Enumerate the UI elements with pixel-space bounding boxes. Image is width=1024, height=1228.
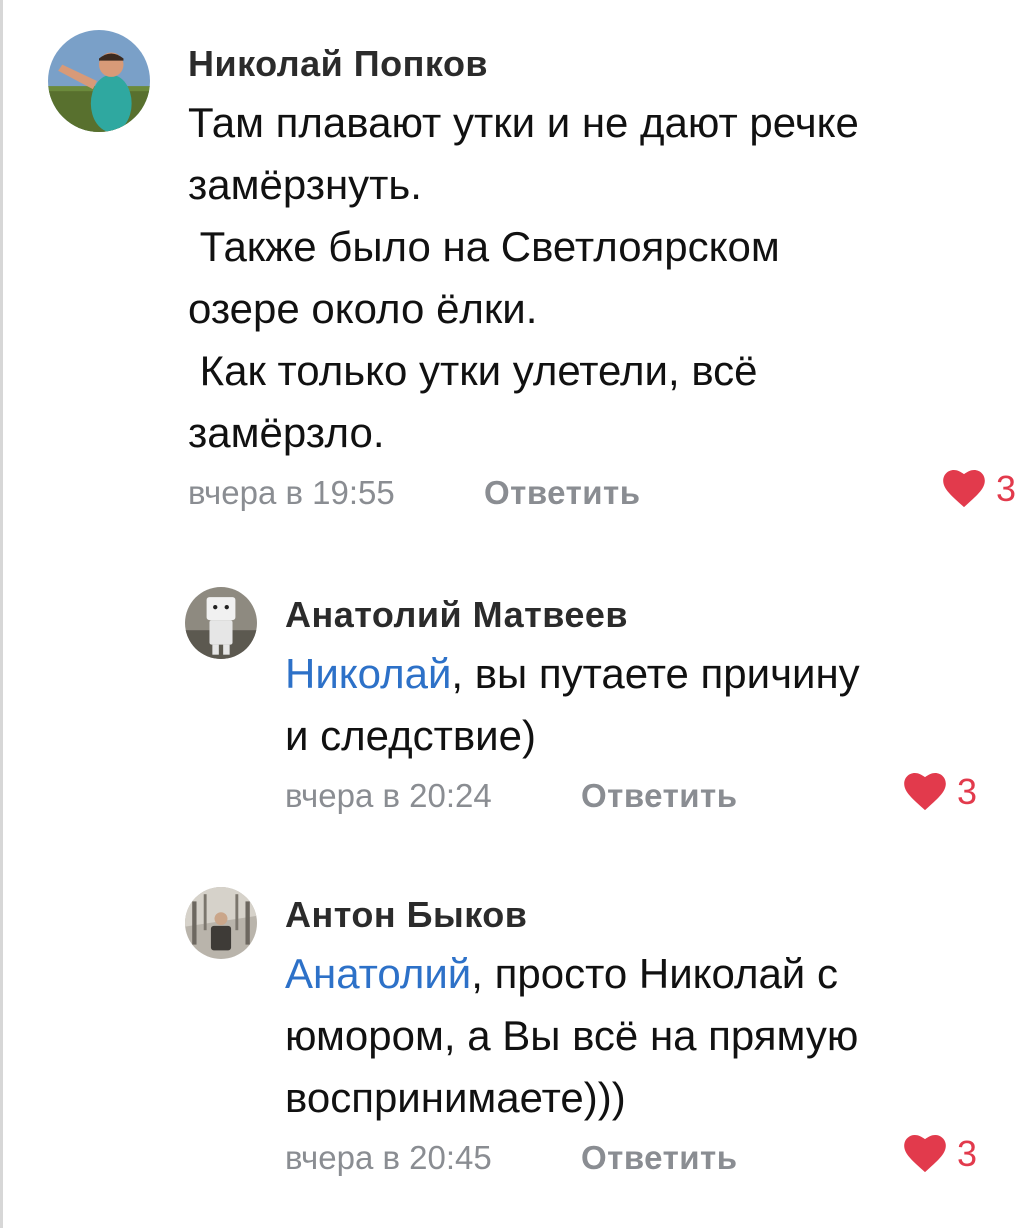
comment-meta: вчера в 20:24 Ответить 3: [285, 773, 995, 819]
like-button[interactable]: 3: [903, 773, 977, 811]
reply-button[interactable]: Ответить: [581, 1139, 738, 1177]
comment-reply: Антон Быков Анатолий, просто Николай с ю…: [185, 885, 995, 1181]
comment-text: Там плавают утки и не дают речке замёрзн…: [188, 92, 998, 464]
reply-button[interactable]: Ответить: [484, 474, 641, 512]
comment-text-line: Там плавают утки и не дают речке: [188, 99, 859, 146]
comment-meta: вчера в 20:45 Ответить 3: [285, 1135, 995, 1181]
like-button[interactable]: 3: [903, 1135, 977, 1173]
comment-text-line: замёрзнуть.: [188, 161, 422, 208]
heart-icon: [943, 470, 985, 508]
comment-text-line: Как только утки улетели, всё: [188, 347, 758, 394]
comment-text: Анатолий, просто Николай с юмором, а Вы …: [285, 943, 995, 1129]
avatar[interactable]: [185, 587, 257, 659]
like-count: 3: [957, 1133, 978, 1174]
comment-reply: Анатолий Матвеев Николай, вы путаете при…: [185, 585, 995, 819]
left-border-line: [0, 0, 3, 1228]
comment-text-line: юмором, а Вы всё на прямую: [285, 1012, 859, 1059]
mention-link[interactable]: Николай: [285, 650, 451, 697]
comment-meta: вчера в 19:55 Ответить 3: [188, 470, 1016, 516]
like-count: 3: [957, 771, 978, 812]
comment-text-line: и следствие): [285, 712, 536, 759]
avatar[interactable]: [185, 887, 257, 959]
comment-text-line: воспринимаете))): [285, 1074, 626, 1121]
reply-button[interactable]: Ответить: [581, 777, 738, 815]
comment-timestamp: вчера в 19:55: [188, 474, 395, 511]
heart-icon: [904, 773, 946, 811]
like-button[interactable]: 3: [942, 470, 1016, 508]
heart-icon: [904, 1135, 946, 1173]
user-avatar-photo: [48, 30, 150, 132]
comment-text-line: Николай, вы путаете причину: [285, 643, 995, 705]
comment-author[interactable]: Анатолий Матвеев: [285, 597, 995, 633]
comment-text-fragment: , вы путаете причину: [451, 650, 860, 697]
comment-text-fragment: , просто Николай с: [471, 950, 838, 997]
comment-timestamp: вчера в 20:45: [285, 1139, 492, 1176]
user-avatar-photo: [185, 887, 257, 959]
comment-author[interactable]: Антон Быков: [285, 897, 995, 933]
mention-link[interactable]: Анатолий: [285, 950, 471, 997]
comment-text-line: Также было на Светлоярском: [188, 223, 780, 270]
comment-text-line: замёрзло.: [188, 409, 385, 456]
comment: Николай Попков Там плавают утки и не даю…: [48, 30, 1016, 516]
avatar[interactable]: [48, 30, 150, 132]
like-count: 3: [996, 468, 1017, 509]
comment-author[interactable]: Николай Попков: [188, 46, 998, 82]
comment-timestamp: вчера в 20:24: [285, 777, 492, 814]
comment-text-line: Анатолий, просто Николай с: [285, 943, 995, 1005]
user-avatar-photo: [185, 587, 257, 659]
comment-text: Николай, вы путаете причину и следствие): [285, 643, 995, 767]
comment-text-line: озере около ёлки.: [188, 285, 538, 332]
